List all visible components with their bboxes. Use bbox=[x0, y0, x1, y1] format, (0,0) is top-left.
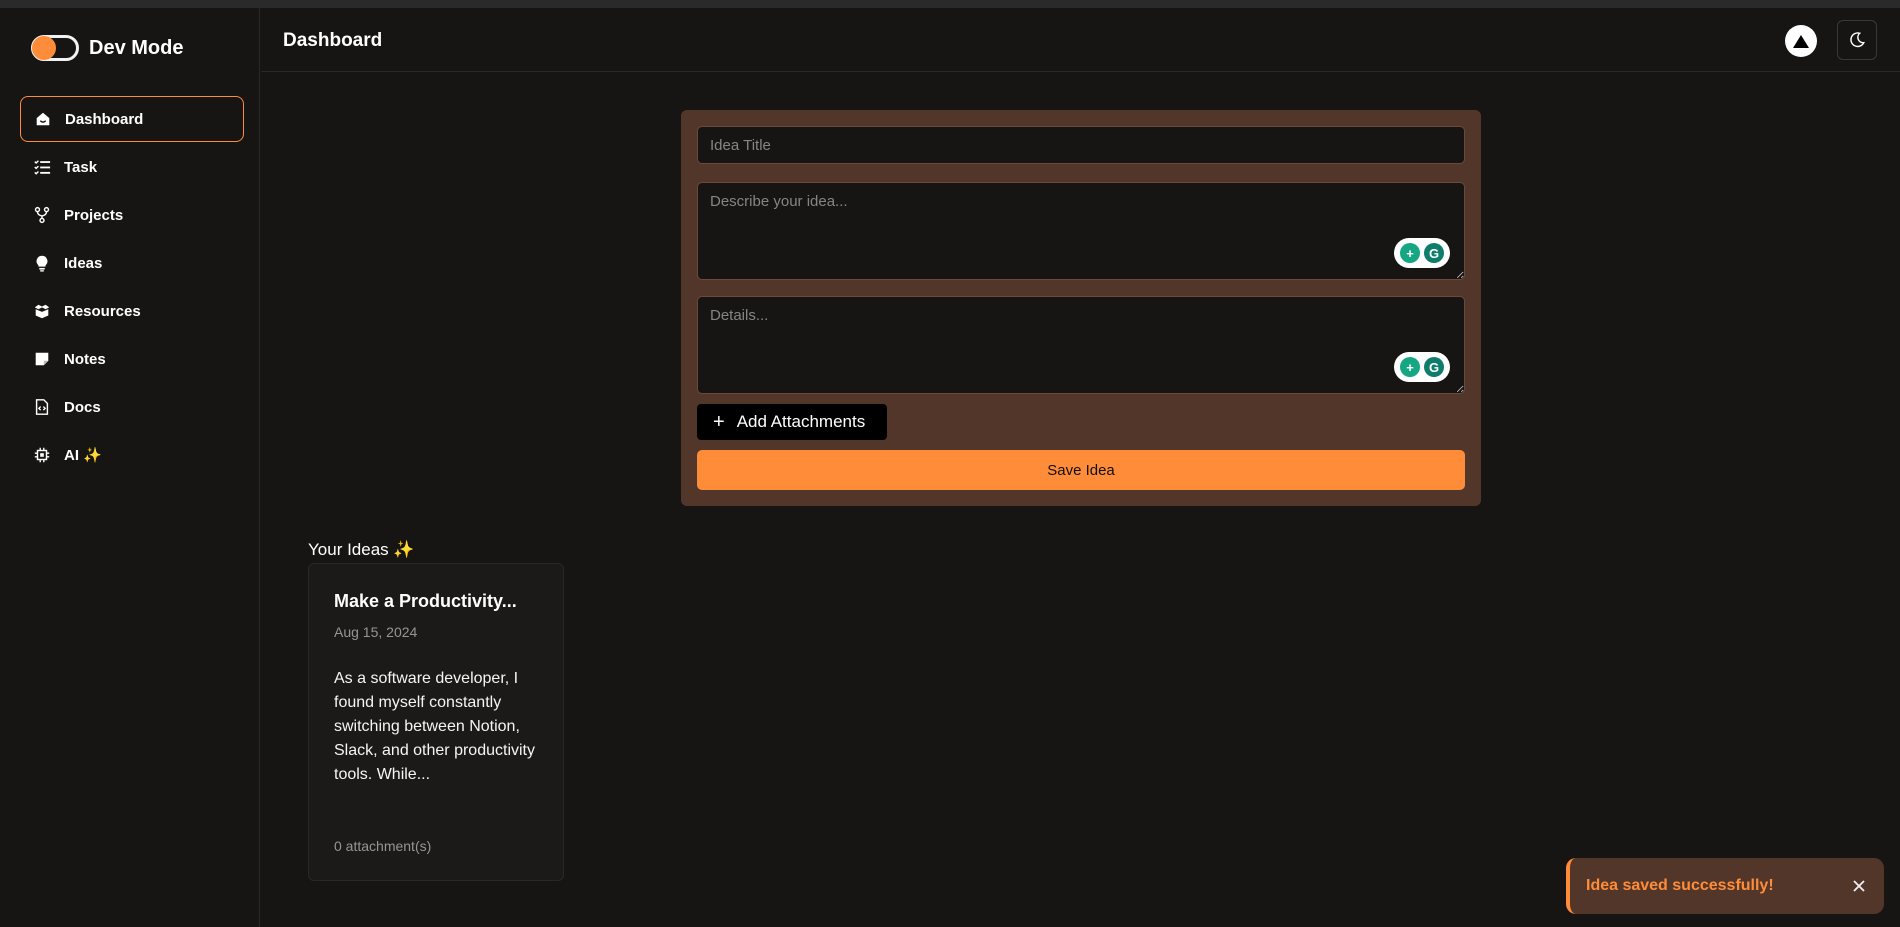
page-title: Dashboard bbox=[283, 30, 383, 51]
grammarly-icon: G bbox=[1424, 357, 1444, 377]
close-icon[interactable] bbox=[1850, 877, 1868, 895]
triangle-icon bbox=[1793, 34, 1809, 48]
box-icon bbox=[32, 301, 52, 321]
top-header: Dashboard bbox=[261, 8, 1900, 72]
sidebar-item-ai[interactable]: AI ✨ bbox=[20, 432, 244, 478]
idea-form-card: + G + G + Add Attachments Save Idea bbox=[681, 110, 1481, 506]
sidebar-item-label: Resources bbox=[64, 302, 141, 320]
sidebar-item-notes[interactable]: Notes bbox=[20, 336, 244, 382]
sidebar-item-label: Dashboard bbox=[65, 110, 144, 128]
sidebar-item-task[interactable]: Task bbox=[20, 144, 244, 190]
success-toast: Idea saved successfully! bbox=[1566, 858, 1884, 914]
home-icon bbox=[33, 109, 53, 129]
sidebar: Dev Mode Dashboard Task Projects Ideas R… bbox=[3, 8, 260, 927]
idea-date: Aug 15, 2024 bbox=[334, 624, 418, 640]
idea-attachment-count: 0 attachment(s) bbox=[334, 838, 432, 854]
sidebar-item-docs[interactable]: Docs bbox=[20, 384, 244, 430]
plus-icon: + bbox=[713, 411, 725, 433]
add-attachments-button[interactable]: + Add Attachments bbox=[697, 404, 887, 440]
grammarly-icon: G bbox=[1424, 243, 1444, 263]
lightbulb-icon: + bbox=[1400, 243, 1420, 263]
sidebar-item-label: AI ✨ bbox=[64, 447, 102, 464]
ideas-heading: Your Ideas ✨ bbox=[308, 540, 415, 559]
lightbulb-icon: + bbox=[1400, 357, 1420, 377]
sidebar-nav: Dashboard Task Projects Ideas Resources bbox=[20, 96, 244, 480]
brand[interactable]: Dev Mode bbox=[31, 28, 183, 68]
sidebar-item-label: Notes bbox=[64, 350, 106, 368]
sidebar-item-label: Ideas bbox=[64, 254, 103, 272]
idea-title: Make a Productivity... bbox=[334, 591, 517, 611]
grammarly-widget[interactable]: + G bbox=[1394, 238, 1450, 268]
triangle-logo-button[interactable] bbox=[1785, 25, 1817, 57]
save-idea-button[interactable]: Save Idea bbox=[697, 450, 1465, 490]
toast-message: Idea saved successfully! bbox=[1586, 877, 1774, 894]
idea-description-input[interactable] bbox=[697, 182, 1465, 280]
sidebar-item-ideas[interactable]: Ideas bbox=[20, 240, 244, 286]
lightbulb-icon bbox=[32, 253, 52, 273]
sidebar-item-projects[interactable]: Projects bbox=[20, 192, 244, 238]
idea-card[interactable]: Make a Productivity... Aug 15, 2024 As a… bbox=[308, 563, 564, 881]
git-branch-icon bbox=[32, 205, 52, 225]
chip-icon bbox=[32, 445, 52, 465]
sidebar-item-resources[interactable]: Resources bbox=[20, 288, 244, 334]
theme-toggle-button[interactable] bbox=[1837, 20, 1877, 60]
code-file-icon bbox=[32, 397, 52, 417]
app-name: Dev Mode bbox=[89, 36, 184, 59]
idea-body: As a software developer, I found myself … bbox=[334, 670, 535, 783]
sidebar-item-dashboard[interactable]: Dashboard bbox=[20, 96, 244, 142]
checklist-icon bbox=[32, 157, 52, 177]
sidebar-item-label: Projects bbox=[64, 206, 124, 224]
sidebar-item-label: Docs bbox=[64, 398, 101, 416]
add-attachments-label: Add Attachments bbox=[736, 412, 866, 431]
moon-icon bbox=[1850, 32, 1865, 48]
toggle-logo-icon bbox=[31, 35, 79, 61]
note-icon bbox=[32, 349, 52, 369]
sidebar-item-label: Task bbox=[64, 158, 98, 176]
idea-details-input[interactable] bbox=[697, 296, 1465, 394]
grammarly-widget[interactable]: + G bbox=[1394, 352, 1450, 382]
window-top-strip bbox=[0, 0, 1900, 8]
idea-title-input[interactable] bbox=[697, 126, 1465, 164]
